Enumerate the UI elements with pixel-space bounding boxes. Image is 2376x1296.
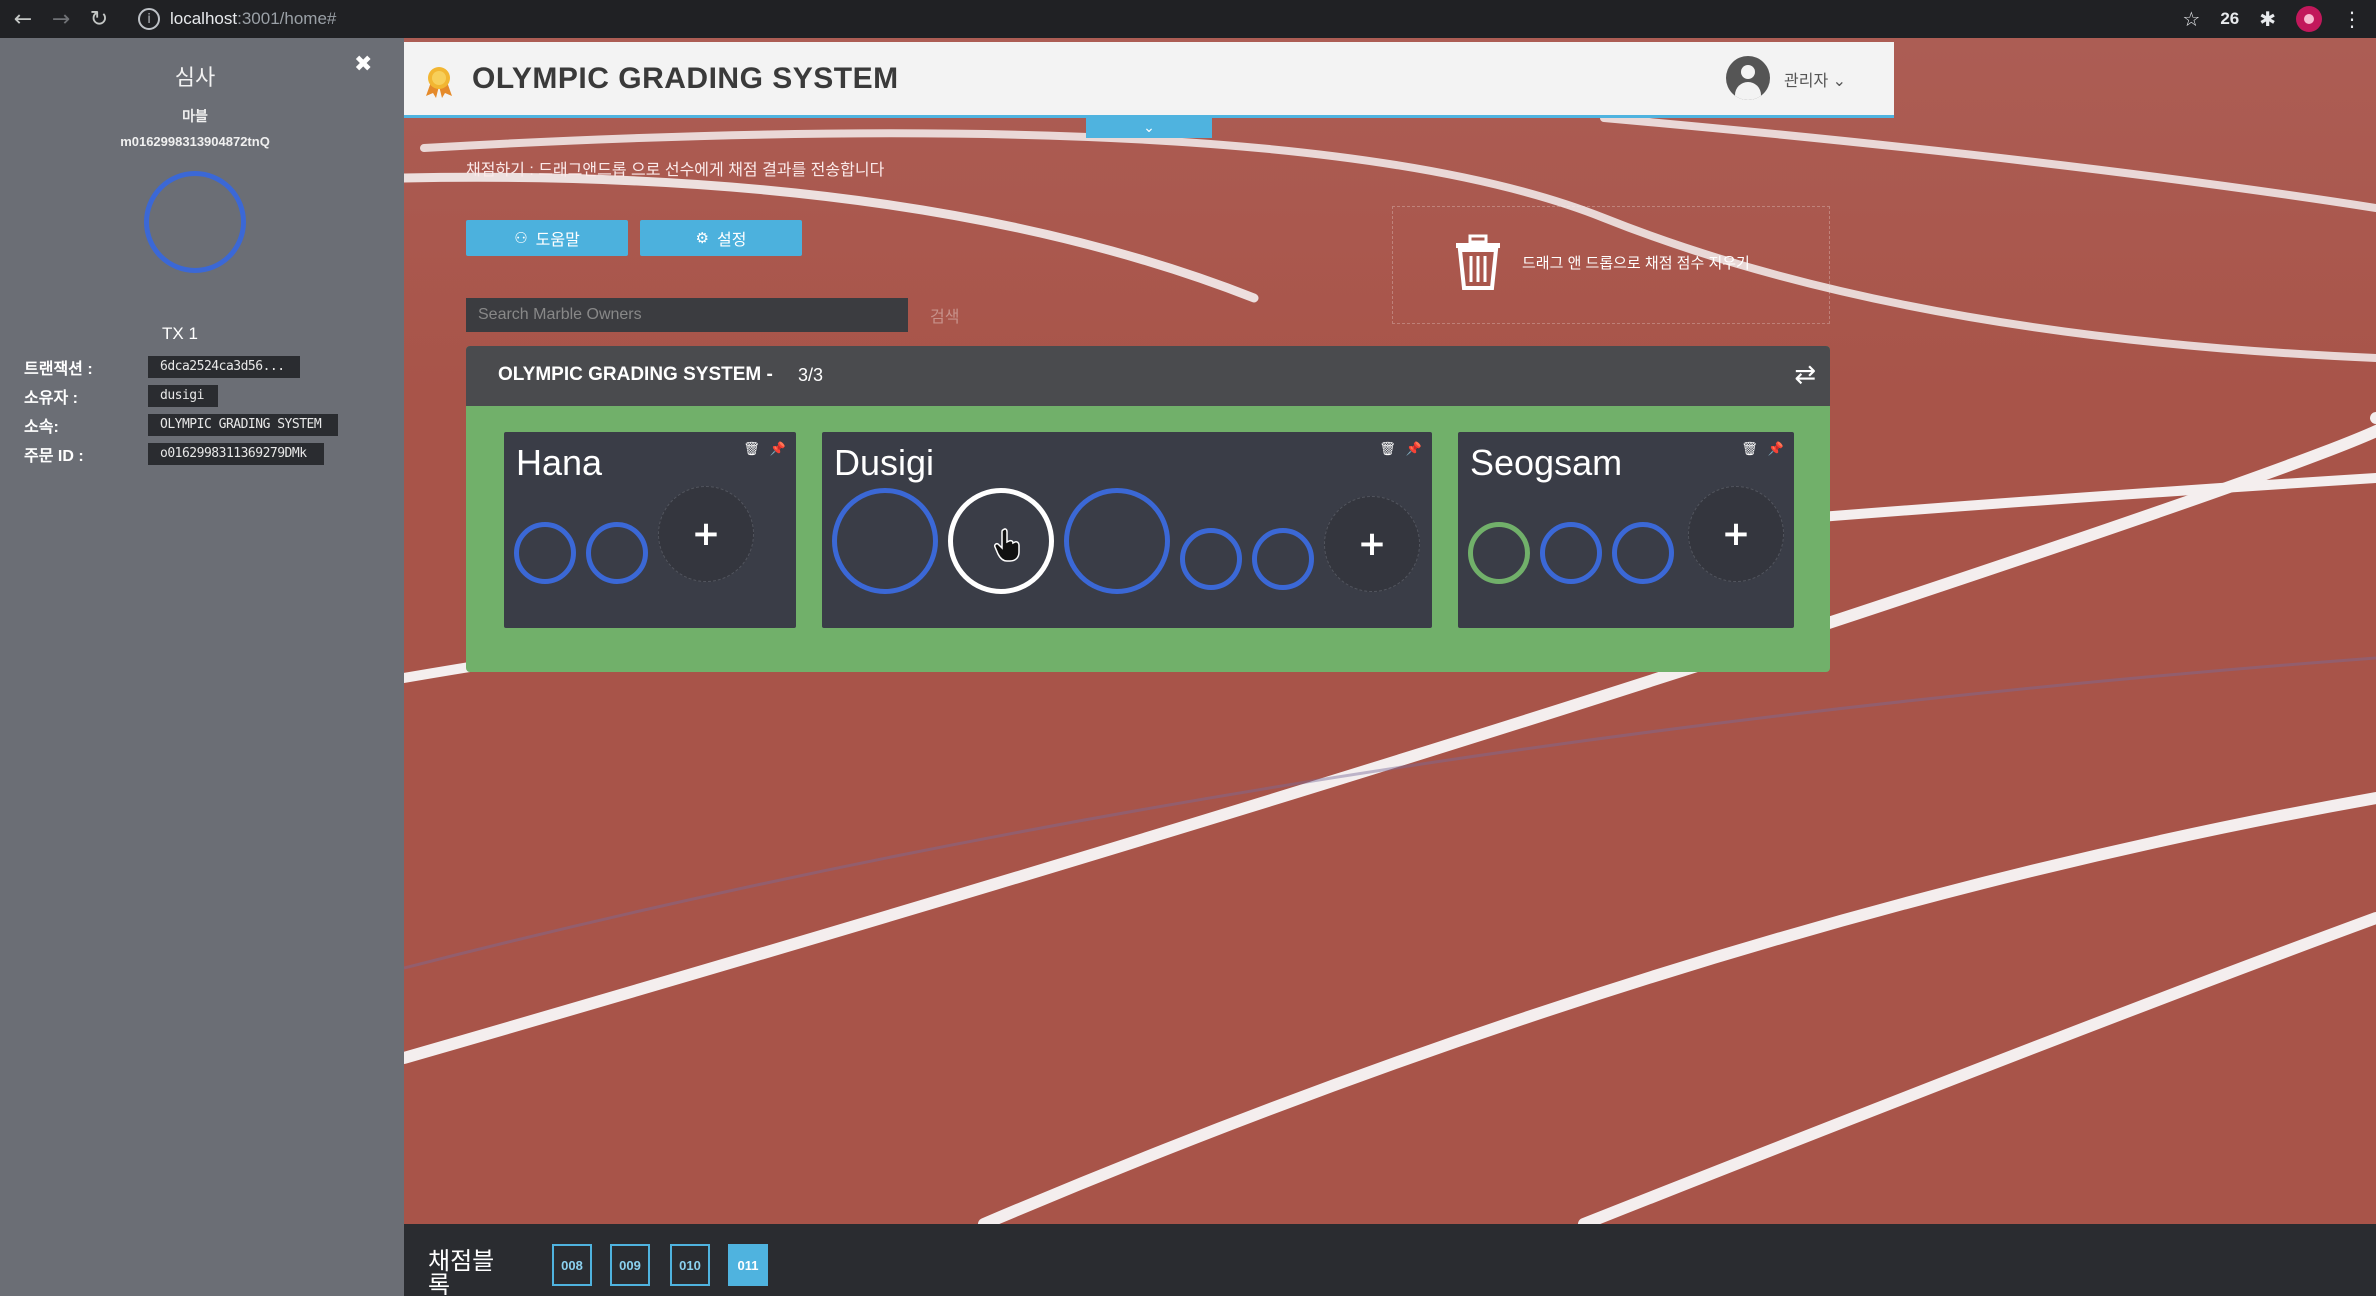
field-affiliation: 소속: OLYMPIC GRADING SYSTEM <box>24 413 338 437</box>
delete-icon[interactable]: 🗑 <box>1379 442 1396 457</box>
field-owner: 소유자 : dusigi <box>24 384 218 408</box>
address-bar[interactable]: i localhost :3001/home# <box>126 4 2146 34</box>
block-button-010[interactable]: 010 <box>670 1244 710 1286</box>
app-header: OLYMPIC GRADING SYSTEM 관리자 ⌄ <box>404 42 1894 118</box>
swap-icon[interactable]: ⇄ <box>1794 360 1816 390</box>
owner-name: Dusigi <box>834 442 935 483</box>
chevron-down-icon[interactable]: ⌄ <box>1086 118 1212 138</box>
block-button-011[interactable]: 011 <box>728 1244 768 1286</box>
field-value: 6dca2524ca3d56... <box>148 356 300 378</box>
field-order-id: 주문 ID : o0162998311369279DMk <box>24 442 324 466</box>
selected-marble <box>144 171 246 273</box>
add-marble-button[interactable]: + <box>1688 486 1784 582</box>
user-menu[interactable]: 관리자 ⌄ <box>1784 67 1846 91</box>
field-transaction: 트랜잭션 : 6dca2524ca3d56... <box>24 355 300 379</box>
star-icon[interactable]: ☆ <box>2182 7 2200 31</box>
profile-avatar[interactable] <box>2296 6 2322 32</box>
grading-panel: OLYMPIC GRADING SYSTEM - 3/3 ⇄ Hana 🗑 📌 … <box>466 346 1830 672</box>
marble[interactable] <box>1540 522 1602 584</box>
marble[interactable] <box>1468 522 1530 584</box>
detail-sidebar: ✖ 심사 마블 m0162998313904872tnQ TX 1 트랜잭션 :… <box>0 38 404 1296</box>
field-label: 소속: <box>24 419 59 436</box>
url-path: :3001/home# <box>237 9 337 28</box>
panel-title: OLYMPIC GRADING SYSTEM - <box>498 364 773 385</box>
help-button[interactable]: ⚇ 도움말 <box>466 220 628 256</box>
owner-card-hana[interactable]: Hana 🗑 📌 + <box>504 432 796 628</box>
sidebar-title: 심사 <box>174 65 216 90</box>
add-marble-button[interactable]: + <box>658 486 754 582</box>
tx-label: TX 1 <box>162 324 198 343</box>
puzzle-icon[interactable]: ✱ <box>2259 7 2276 31</box>
owner-name: Seogsam <box>1470 442 1623 483</box>
hand-cursor-icon <box>994 528 1020 562</box>
panel-header: OLYMPIC GRADING SYSTEM - 3/3 ⇄ <box>466 346 1830 406</box>
panel-count: 3/3 <box>798 365 824 385</box>
marble[interactable] <box>1180 528 1242 590</box>
trash-label: 드래그 앤 드롭으로 채점 점수 지우기 <box>1522 255 1750 272</box>
owner-card-dusigi[interactable]: Dusigi 🗑 📌 + <box>822 432 1432 628</box>
field-label: 트랜잭션 : <box>24 361 93 378</box>
info-icon[interactable]: i <box>138 8 160 30</box>
url-host: localhost <box>170 9 238 28</box>
reload-icon[interactable]: ↻ <box>84 4 114 34</box>
help-label: 도움말 <box>535 232 580 249</box>
browser-toolbar: ← → ↻ i localhost :3001/home# ☆ 26 ✱ ⋮ <box>0 0 2376 38</box>
marble[interactable] <box>514 522 576 584</box>
owner-name: Hana <box>516 442 603 483</box>
kebab-menu-icon[interactable]: ⋮ <box>2342 7 2362 31</box>
back-arrow-icon[interactable]: ← <box>8 4 38 34</box>
sidebar-subtitle: 마블 <box>182 108 208 124</box>
marble[interactable] <box>1252 528 1314 590</box>
delete-icon[interactable]: 🗑 <box>1741 442 1758 457</box>
footer-label: 채점블록 <box>428 1248 495 1296</box>
block-button-009[interactable]: 009 <box>610 1244 650 1286</box>
forward-arrow-icon[interactable]: → <box>46 4 76 34</box>
block-button-008[interactable]: 008 <box>552 1244 592 1286</box>
app-title: OLYMPIC GRADING SYSTEM <box>472 62 899 95</box>
extension-badge[interactable]: 26 <box>2220 9 2239 29</box>
marble[interactable] <box>1064 488 1170 594</box>
search-button[interactable]: 검색 <box>930 303 959 327</box>
field-label: 주문 ID : <box>24 448 84 465</box>
pin-icon[interactable]: 📌 <box>770 442 786 457</box>
settings-label: 설정 <box>717 232 747 249</box>
owner-card-seogsam[interactable]: Seogsam 🗑 📌 + <box>1458 432 1794 628</box>
field-value: dusigi <box>148 385 218 407</box>
add-marble-button[interactable]: + <box>1324 496 1420 592</box>
field-value: o0162998311369279DMk <box>148 443 324 465</box>
gear-icon: ⚙ <box>695 229 709 247</box>
instruction-text: 채점하기 : 드래그앤드롭 으로 선수에게 채점 결과를 전송합니다 <box>466 162 885 179</box>
settings-button[interactable]: ⚙ 설정 <box>640 220 802 256</box>
pin-icon[interactable]: 📌 <box>1406 442 1422 457</box>
user-name: 관리자 <box>1784 73 1829 90</box>
trash-icon <box>1456 234 1500 290</box>
users-icon: ⚇ <box>514 229 528 247</box>
marble-id: m0162998313904872tnQ <box>120 134 270 149</box>
pin-icon[interactable]: 📌 <box>1768 442 1784 457</box>
field-label: 소유자 : <box>24 390 78 407</box>
search-input[interactable] <box>466 298 908 332</box>
delete-icon[interactable]: 🗑 <box>743 442 760 457</box>
marble[interactable] <box>586 522 648 584</box>
medal-icon <box>426 67 452 98</box>
user-avatar-icon[interactable] <box>1726 56 1770 100</box>
field-value: OLYMPIC GRADING SYSTEM <box>148 414 338 436</box>
marble[interactable] <box>832 488 938 594</box>
marble[interactable] <box>1612 522 1674 584</box>
